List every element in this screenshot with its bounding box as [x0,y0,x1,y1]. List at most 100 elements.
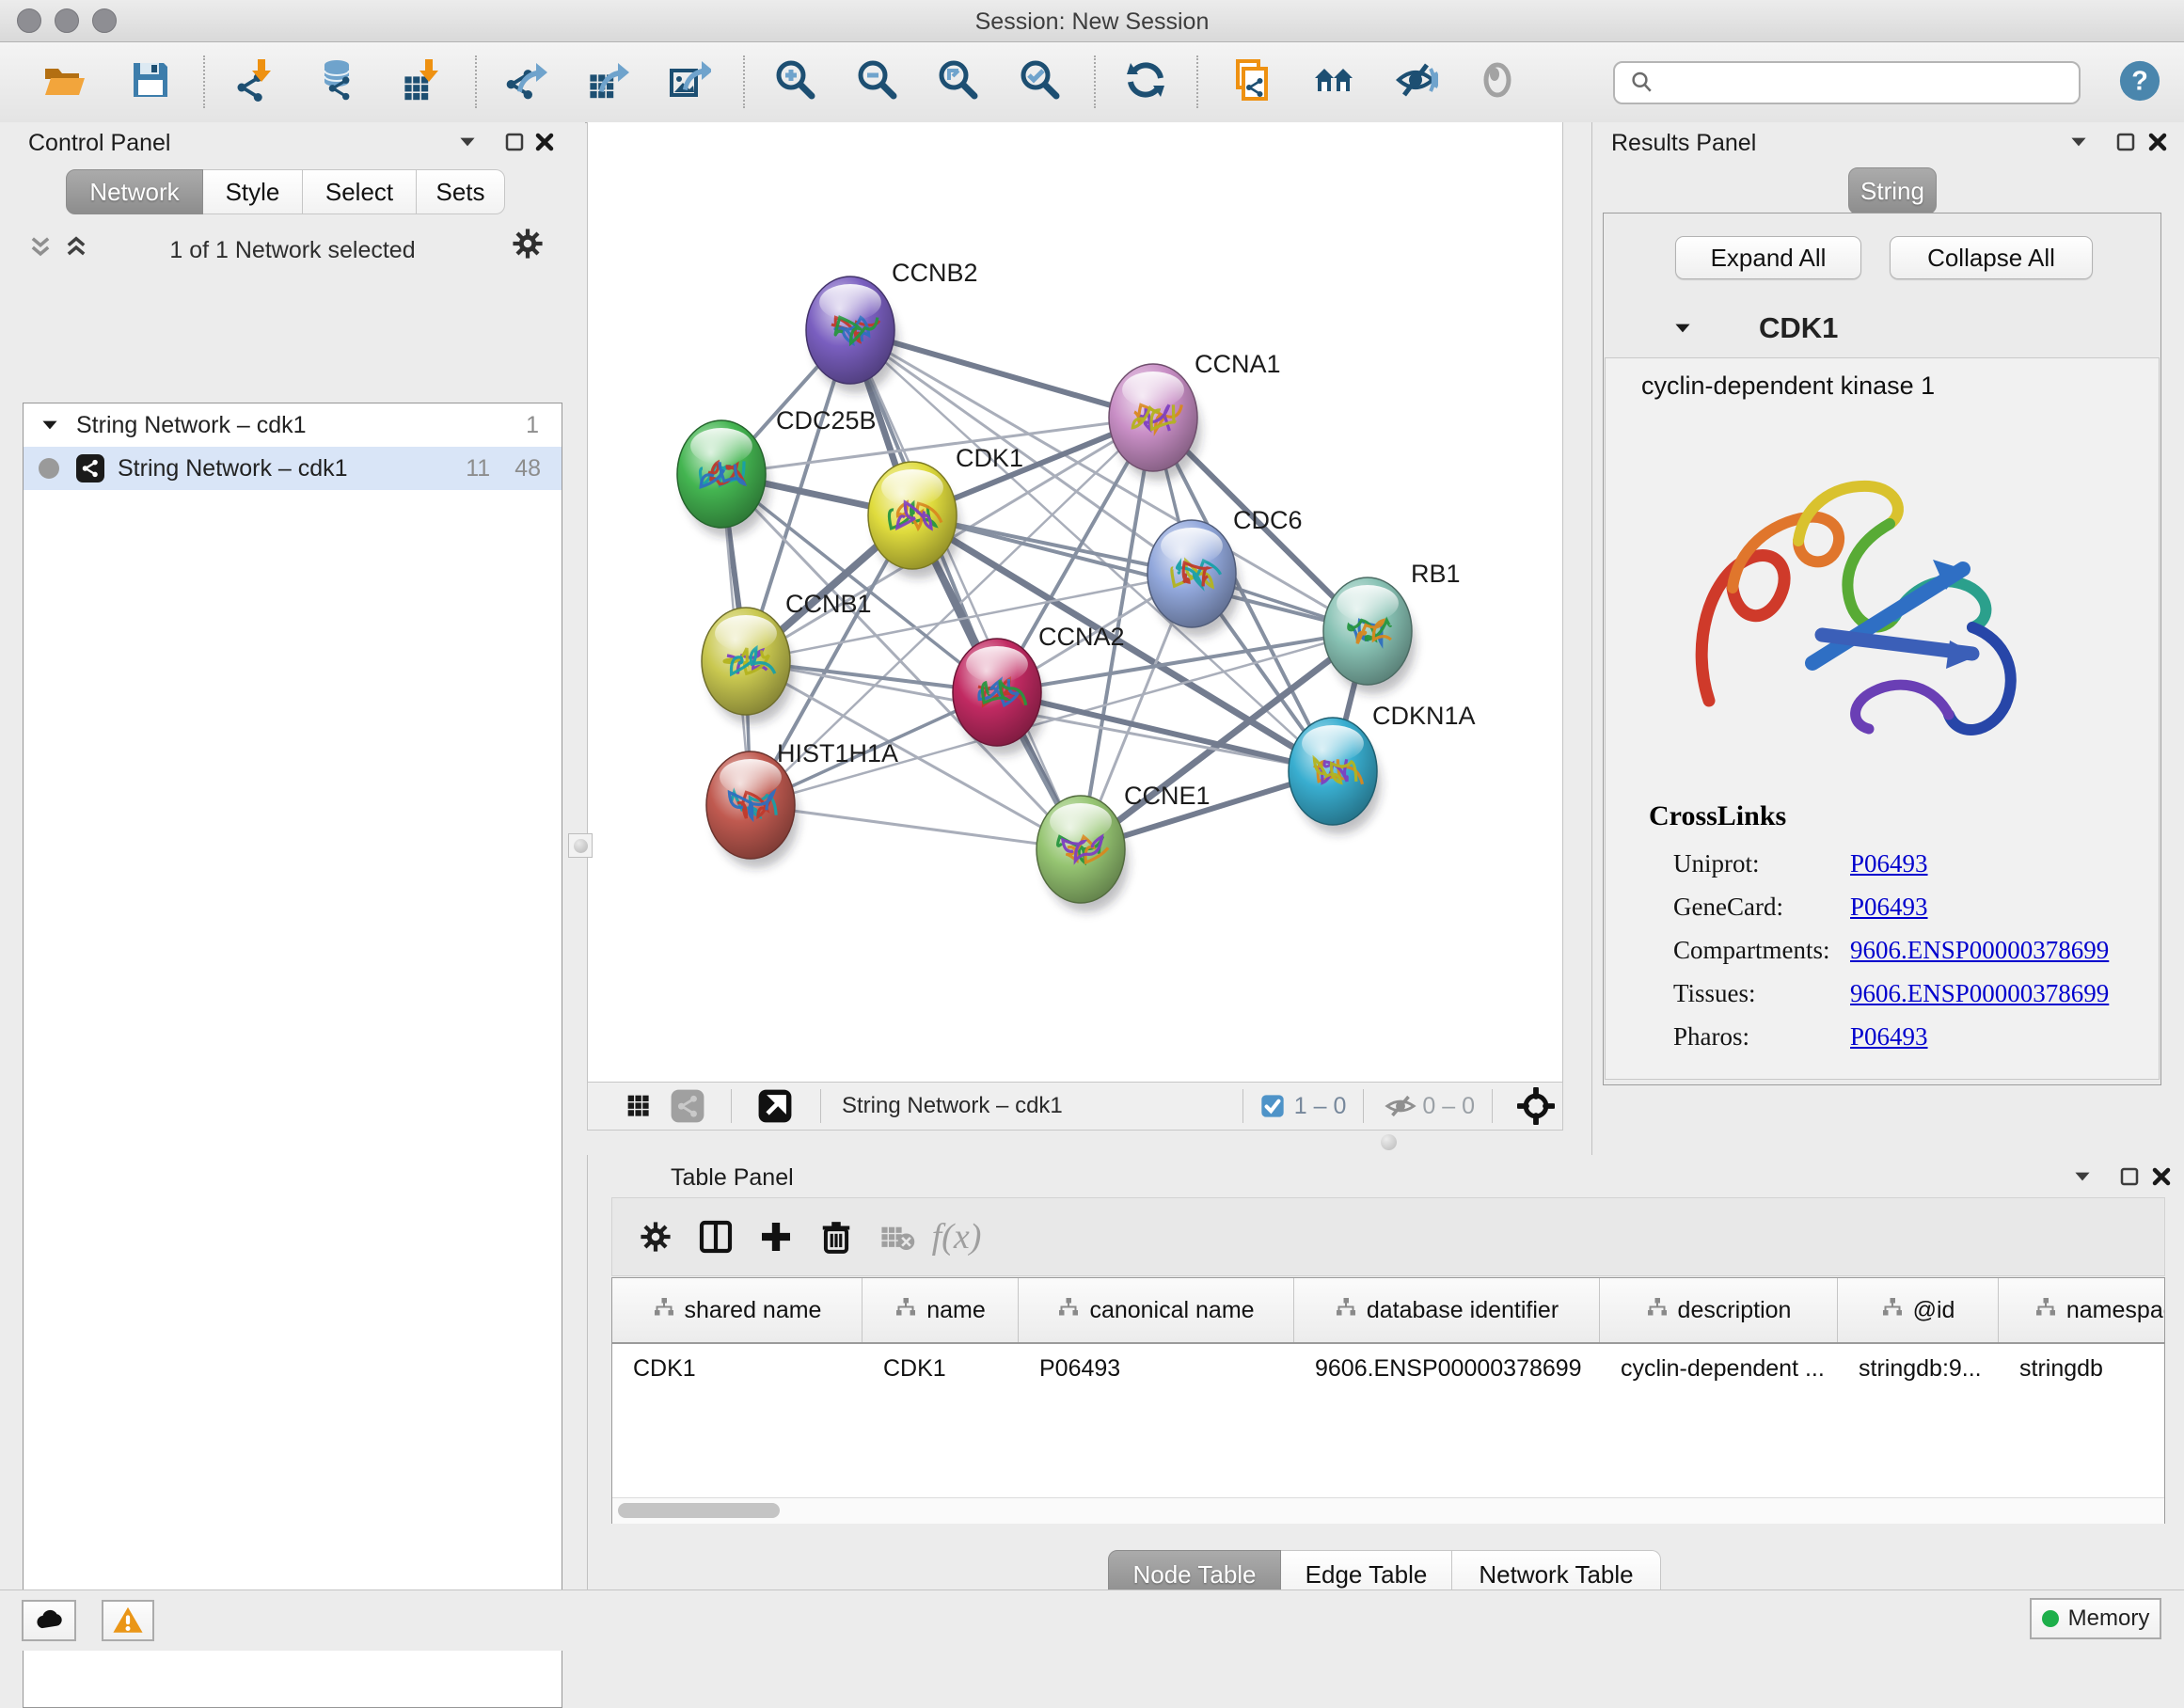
column-header-namespace[interactable]: namespace [1999,1278,2165,1342]
save-button[interactable] [123,54,178,110]
scrollbar-thumb[interactable] [618,1503,780,1518]
export-image-button[interactable] [661,54,716,110]
network-collection-row[interactable]: String Network – cdk1 1 [24,403,562,447]
network-share-icon[interactable] [663,1076,712,1136]
tab-string[interactable]: String [1848,167,1937,214]
tab-network[interactable]: Network [66,169,203,214]
cloud-button[interactable] [22,1600,76,1641]
column-header-shared-name[interactable]: shared name [612,1278,863,1342]
crosslink-link[interactable]: 9606.ENSP00000378699 [1850,936,2109,965]
tab-select[interactable]: Select [303,169,417,214]
control-panel-close-icon[interactable] [529,128,561,156]
network-row[interactable]: String Network – cdk1 11 48 [24,447,562,490]
column-header-database-identifier[interactable]: database identifier [1294,1278,1600,1342]
node-CDK1[interactable] [868,462,960,578]
selected-checkbox-icon[interactable] [1251,1076,1294,1136]
zoom-fit-button[interactable] [930,54,985,110]
detach-view-icon[interactable] [751,1076,799,1136]
duplicate-network-icon [1228,57,1274,107]
crosslink-link[interactable]: P06493 [1850,1022,1928,1052]
zoom-selected-button[interactable] [1012,54,1067,110]
crosslink-link[interactable]: P06493 [1850,893,1928,922]
network-view-title: String Network – cdk1 [842,1093,1063,1119]
hide-eye-button[interactable] [1388,54,1443,110]
network-options-gear-icon[interactable] [512,229,544,258]
import-table-button[interactable] [394,54,449,110]
node-label-CDK1: CDK1 [956,444,1023,472]
main-toolbar: ? [0,42,2184,123]
birdseye-crosshair-icon[interactable] [1510,1076,1562,1136]
column-header--id[interactable]: @id [1838,1278,1999,1342]
table-horizontal-scrollbar[interactable] [612,1497,2164,1524]
import-database-button[interactable] [309,54,364,110]
add-column-icon[interactable] [746,1207,806,1267]
node-CDKN1A[interactable] [1289,718,1381,834]
duplicate-network-button[interactable] [1224,54,1278,110]
gene-section-header[interactable]: CDK1 [1605,299,2160,358]
network-canvas[interactable]: CCNB2CCNA1CDC25BCDK1CDC6RB1CCNB1CCNA2CDK… [587,122,1563,1082]
table-panel-close-icon[interactable] [2145,1162,2177,1191]
control-panel-float-icon[interactable] [499,128,530,156]
delete-column-trash-icon[interactable] [806,1207,866,1267]
left-splitter-handle[interactable] [568,833,593,858]
edge-CCNB2-CCNE1[interactable] [850,330,1081,849]
gene-section-caret-icon[interactable] [1667,314,1699,342]
node-label-RB1: RB1 [1411,560,1461,588]
node-CCNB1[interactable] [702,608,794,724]
expand-all-button[interactable]: Expand All [1675,236,1861,279]
memory-button[interactable]: Memory [2030,1598,2161,1639]
edge-CCNA2-CDKN1A[interactable] [997,692,1333,771]
zoom-in-button[interactable] [768,54,822,110]
results-panel-float-icon[interactable] [2110,128,2142,156]
node-CDC6[interactable] [1147,520,1240,637]
import-network-button[interactable] [229,54,283,110]
column-header-name[interactable]: name [863,1278,1019,1342]
export-table-icon [584,57,629,107]
node-HIST1H1A[interactable] [706,751,799,868]
table-cell[interactable]: 9606.ENSP00000378699 [1294,1344,1600,1393]
tab-sets[interactable]: Sets [417,169,505,214]
help-button[interactable]: ? [2118,59,2161,107]
table-settings-gear-icon[interactable] [625,1207,686,1267]
table-panel-float-icon[interactable] [2113,1162,2145,1191]
zoom-out-button[interactable] [849,54,904,110]
save-icon [128,57,173,107]
collection-expand-caret-icon[interactable] [24,411,76,439]
canvas-results-splitter[interactable] [1563,122,1591,1131]
tab-style[interactable]: Style [203,169,303,214]
collapse-all-button[interactable]: Collapse All [1890,236,2093,279]
collection-label: String Network – cdk1 [76,412,307,439]
table-cell[interactable]: CDK1 [612,1344,863,1393]
crosslink-link[interactable]: P06493 [1850,849,1928,878]
table-row[interactable]: CDK1CDK1P064939606.ENSP00000378699cyclin… [612,1344,2164,1393]
column-header-canonical-name[interactable]: canonical name [1019,1278,1294,1342]
open-folder-button[interactable] [37,54,91,110]
results-panel-menu-caret-icon[interactable] [2063,128,2095,156]
grid-view-icon[interactable] [614,1076,663,1136]
results-panel-close-icon[interactable] [2142,128,2174,156]
table-cell[interactable]: P06493 [1019,1344,1294,1393]
table-panel-menu-caret-icon[interactable] [2066,1162,2098,1191]
node-CCNB2[interactable] [806,277,898,393]
node-RB1[interactable] [1323,577,1416,694]
bottom-splitter-handle-icon[interactable] [1381,1134,1397,1150]
table-cell[interactable]: stringdb [1999,1344,2165,1393]
column-header-description[interactable]: description [1600,1278,1838,1342]
houses-button[interactable] [1306,54,1361,110]
node-CCNA1[interactable] [1109,364,1201,481]
warnings-button[interactable] [102,1600,154,1641]
edge-HIST1H1A-CCNE1[interactable] [751,805,1081,849]
control-panel-menu-caret-icon[interactable] [451,128,483,156]
show-columns-icon[interactable] [686,1207,746,1267]
refresh-button[interactable] [1118,54,1173,110]
crosslink-link[interactable]: 9606.ENSP00000378699 [1850,979,2109,1008]
table-cell[interactable]: cyclin-dependent ... [1600,1344,1838,1393]
export-table-button[interactable] [579,54,634,110]
table-cell[interactable]: stringdb:9... [1838,1344,1999,1393]
table-cell[interactable]: CDK1 [863,1344,1019,1393]
crosslink-row: Uniprot: P06493 [1673,842,2144,885]
node-CCNE1[interactable] [1037,796,1129,912]
search-input[interactable] [1613,61,2081,104]
node-CCNA2[interactable] [953,639,1045,755]
export-network-button[interactable] [498,54,552,110]
